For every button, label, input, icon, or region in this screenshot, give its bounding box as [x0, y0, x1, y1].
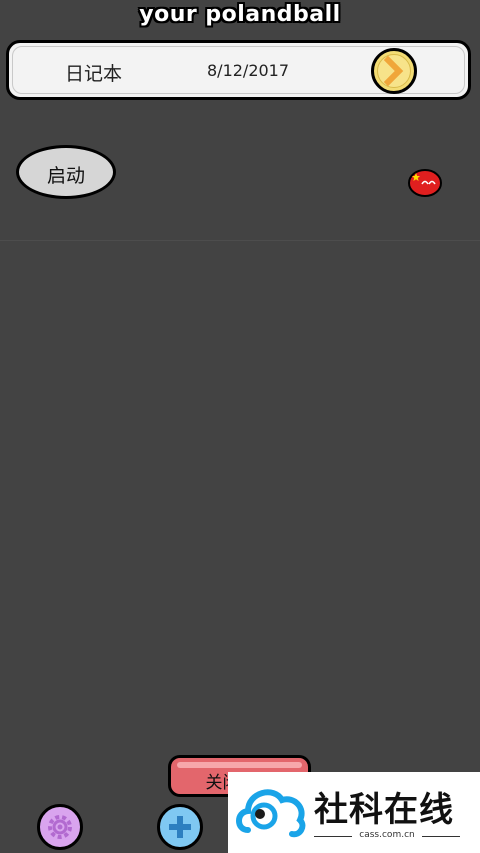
gear-icon [48, 815, 72, 839]
chevron-right-icon [383, 55, 404, 87]
watermark-overlay: 社科在线 cass.com.cn [228, 772, 480, 853]
add-button[interactable] [157, 804, 203, 850]
china-ball-icon [408, 169, 442, 197]
watermark-domain: cass.com.cn [314, 830, 460, 840]
settings-button[interactable] [37, 804, 83, 850]
start-button[interactable]: 启动 [16, 145, 116, 199]
plus-icon [169, 816, 191, 838]
section-divider [0, 240, 480, 241]
date-label: 8/12/2017 [207, 61, 290, 80]
watermark-brand: 社科在线 [314, 790, 454, 830]
diary-label: 日记本 [65, 63, 123, 85]
eye-cloud-logo [236, 789, 306, 838]
next-button[interactable] [371, 48, 417, 94]
diary-header-bar: 日记本 8/12/2017 [6, 40, 471, 100]
app-title: your polandball [139, 2, 341, 27]
start-button-label: 启动 [46, 165, 85, 187]
